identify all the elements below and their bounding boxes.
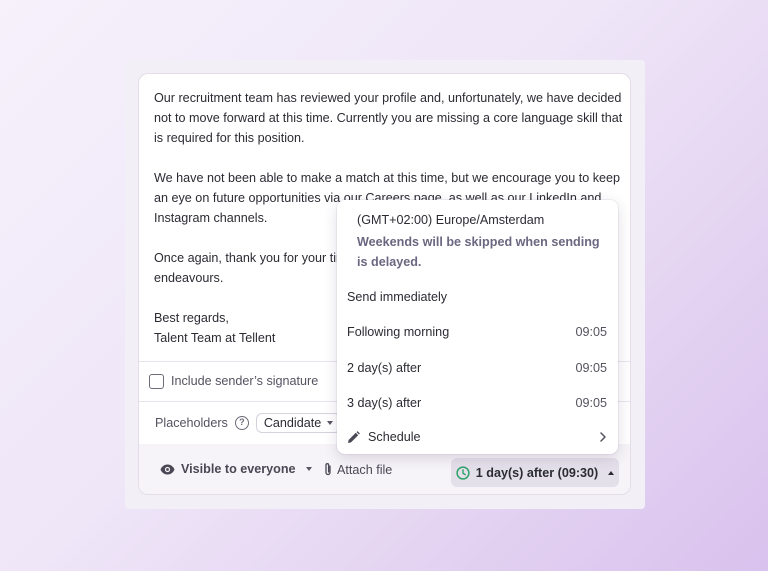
weekend-note: Weekends will be skipped when sending is… xyxy=(357,235,600,269)
chevron-down-icon xyxy=(305,467,312,471)
chevron-right-icon xyxy=(600,432,606,442)
menu-item-following-morning[interactable]: Following morning 09:05 xyxy=(337,317,618,347)
message-paragraph-1: Our recruitment team has reviewed your p… xyxy=(154,91,623,145)
pencil-icon xyxy=(348,430,360,443)
app-frame: Our recruitment team has reviewed your p… xyxy=(0,0,768,571)
menu-item-time: 09:05 xyxy=(575,361,607,375)
placeholders-row: Placeholders ? Candidate xyxy=(155,412,342,434)
menu-item-label: 3 day(s) after xyxy=(347,396,422,410)
paperclip-icon xyxy=(325,463,331,476)
chevron-down-icon xyxy=(327,421,334,425)
chevron-up-icon xyxy=(608,470,615,475)
candidate-chip-label: Candidate xyxy=(263,416,322,430)
clock-icon xyxy=(456,465,470,480)
timezone-label: (GMT+02:00) Europe/Amsterdam xyxy=(357,213,545,227)
attach-file-label: Attach file xyxy=(337,462,393,477)
signature-option[interactable]: Include sender’s signature xyxy=(149,372,318,390)
menu-item-label: Schedule xyxy=(368,430,421,444)
menu-item-time: 09:05 xyxy=(575,396,607,410)
placeholders-label: Placeholders xyxy=(155,416,228,430)
signature-checkbox[interactable] xyxy=(149,373,164,389)
menu-item-schedule[interactable]: Schedule xyxy=(337,422,618,452)
send-schedule-button[interactable]: 1 day(s) after (09:30) xyxy=(451,458,619,487)
attach-file-button[interactable]: Attach file xyxy=(323,462,392,477)
eye-icon xyxy=(160,464,175,474)
signature-label: Include sender’s signature xyxy=(171,374,319,388)
menu-item-label: Send immediately xyxy=(347,290,448,304)
menu-item-2-days-after[interactable]: 2 day(s) after 09:05 xyxy=(337,353,618,383)
menu-item-label: 2 day(s) after xyxy=(347,361,422,375)
send-schedule-label: 1 day(s) after (09:30) xyxy=(475,465,599,480)
menu-item-3-days-after[interactable]: 3 day(s) after 09:05 xyxy=(337,388,618,418)
schedule-dropdown-menu: (GMT+02:00) Europe/Amsterdam Weekends wi… xyxy=(337,200,618,454)
question-circle-icon[interactable]: ? xyxy=(234,416,249,430)
visibility-dropdown[interactable]: Visible to everyone xyxy=(160,462,312,476)
menu-item-send-immediately[interactable]: Send immediately xyxy=(337,282,618,312)
menu-item-time: 09:05 xyxy=(575,325,607,339)
visibility-label: Visible to everyone xyxy=(181,462,296,476)
menu-item-label: Following morning xyxy=(347,325,450,339)
candidate-placeholder-dropdown[interactable]: Candidate xyxy=(255,413,342,433)
